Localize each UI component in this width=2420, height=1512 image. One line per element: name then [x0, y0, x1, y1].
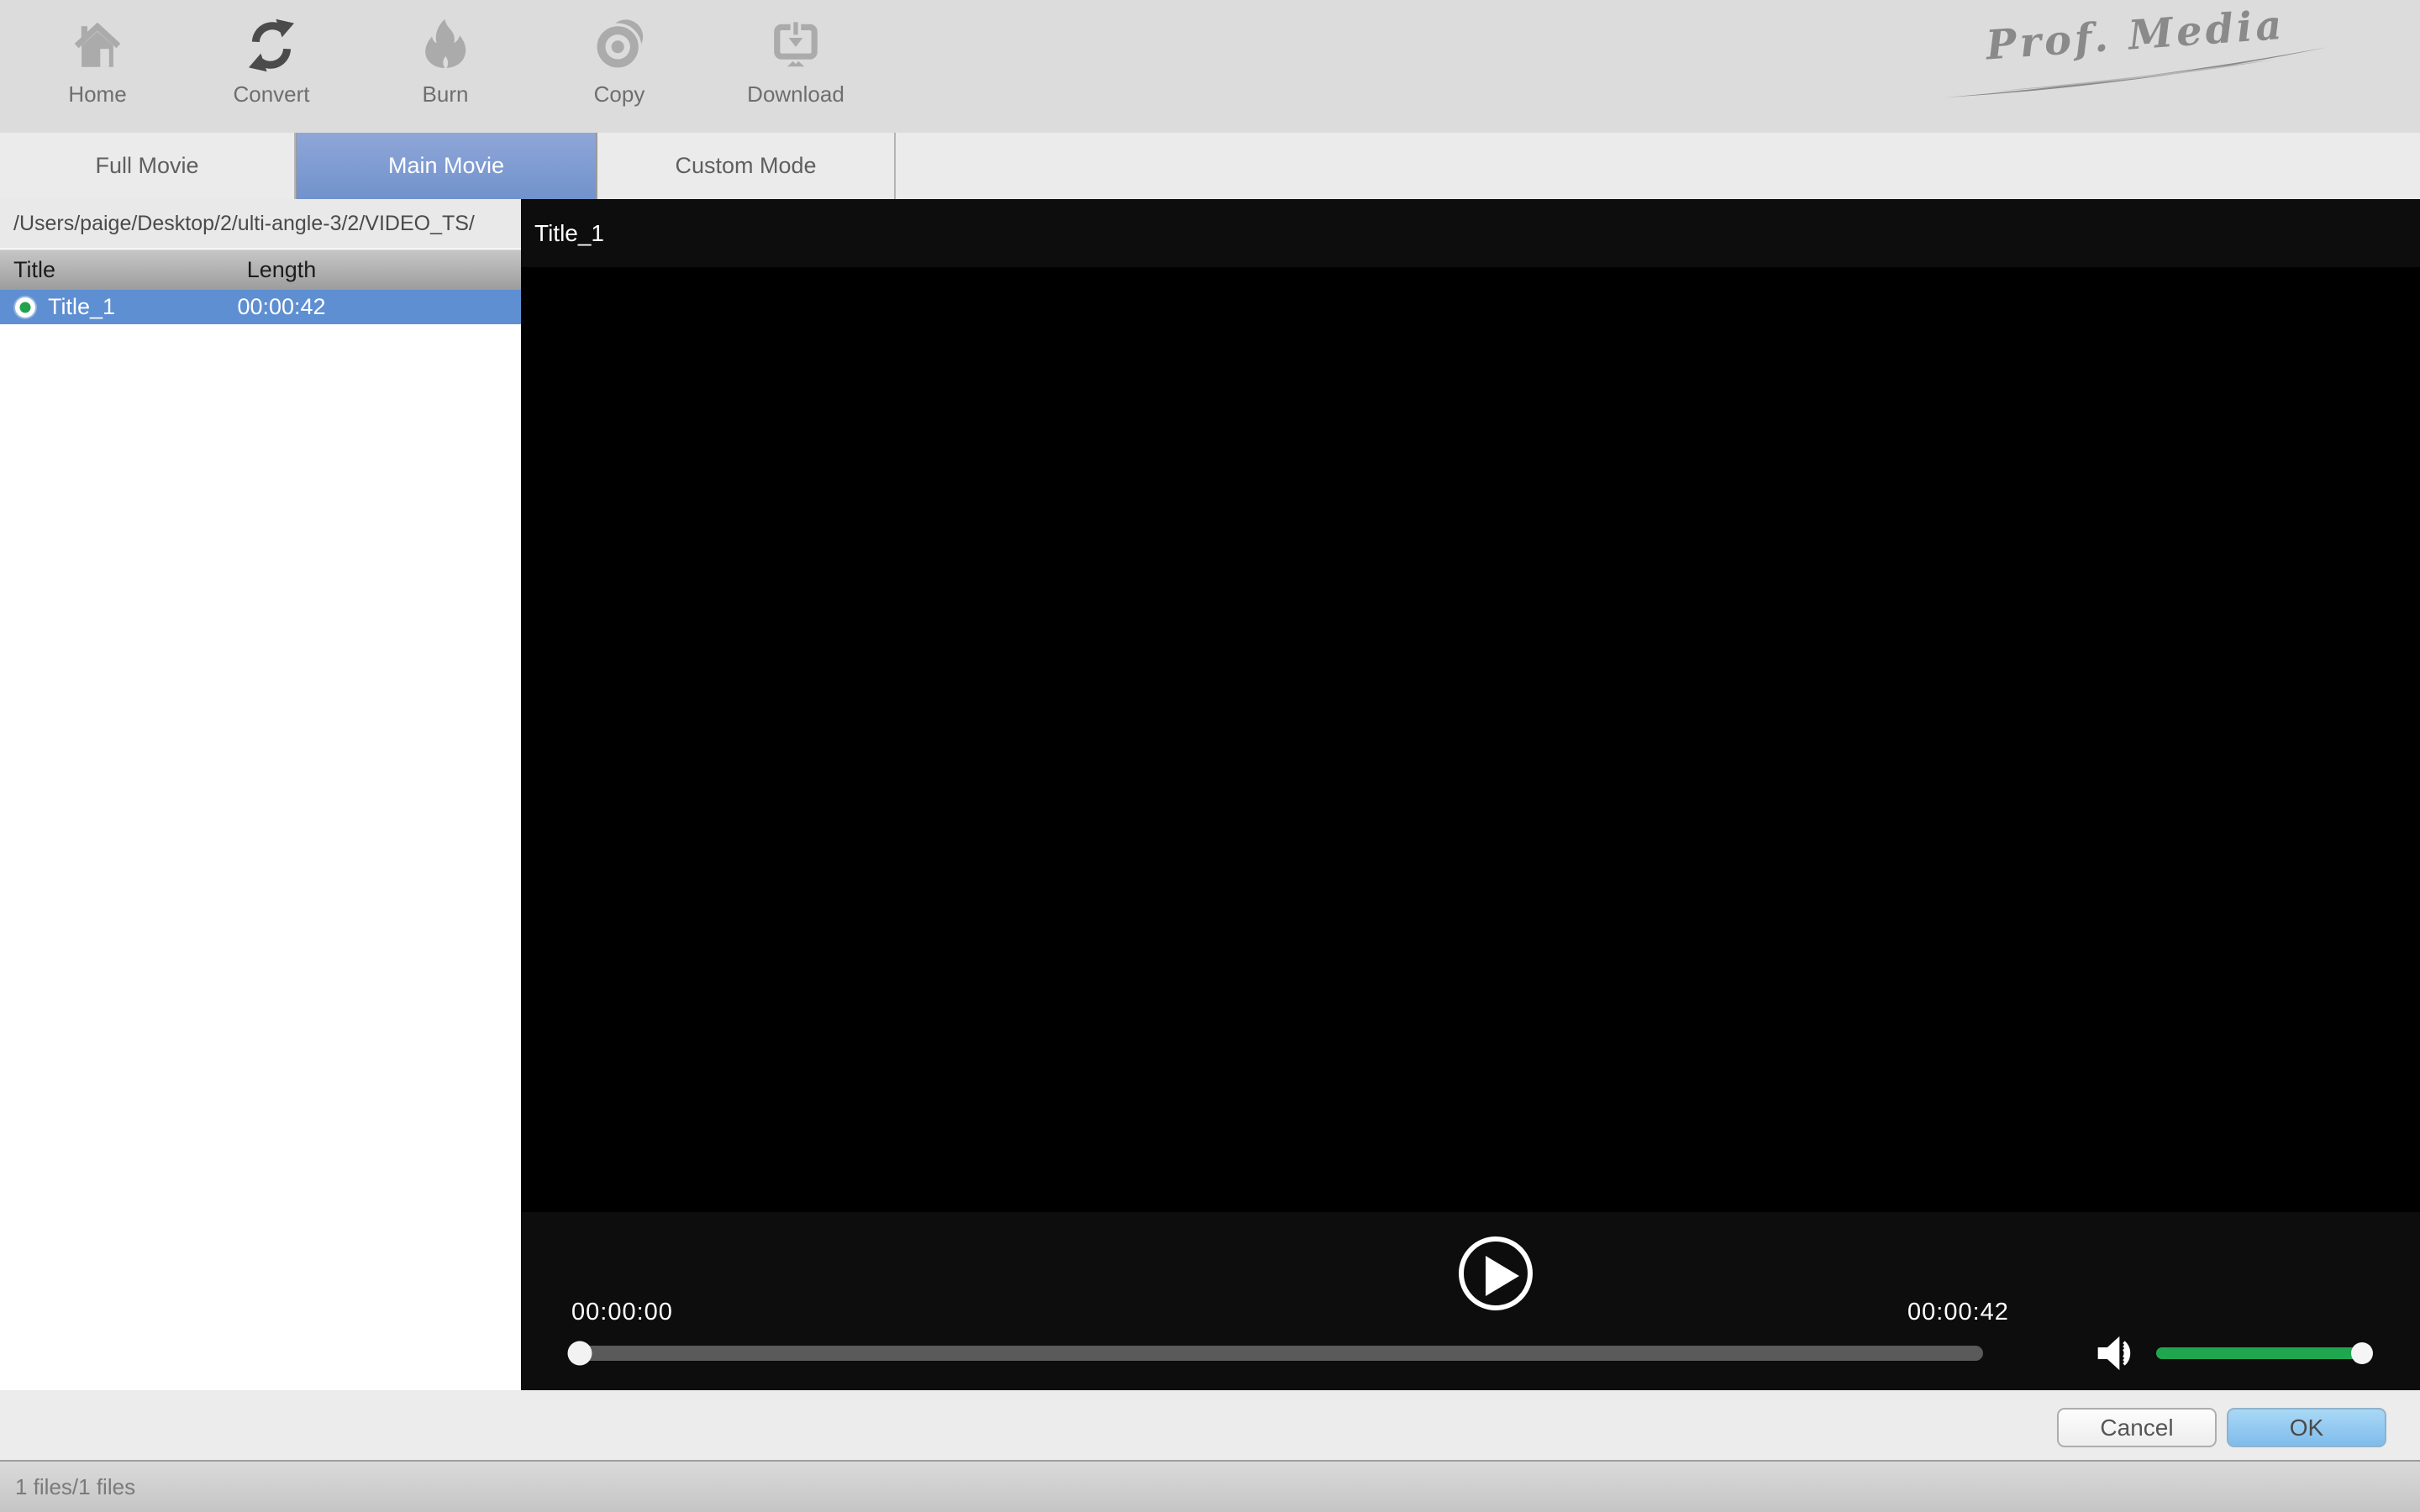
tab-full-movie[interactable]: Full Movie — [0, 133, 296, 199]
total-time: 00:00:42 — [1907, 1299, 2009, 1326]
title-list-header: Title Length — [0, 249, 521, 290]
row-title-text: Title_1 — [48, 294, 116, 319]
toolbar-button-burn[interactable]: Burn — [382, 13, 508, 123]
ok-button[interactable]: OK — [2227, 1408, 2386, 1447]
brand-logo: Prof. Media — [1933, 0, 2343, 135]
tab-custom-mode[interactable]: Custom Mode — [597, 133, 896, 199]
app-window: Home Convert Burn Copy Download Prof. Me… — [0, 0, 2420, 1512]
cancel-button[interactable]: Cancel — [2057, 1408, 2217, 1447]
volume-slider[interactable] — [2156, 1342, 2373, 1364]
source-panel: /Users/paige/Desktop/2/ulti-angle-3/2/VI… — [0, 199, 521, 1390]
toolbar-label: Home — [68, 81, 127, 107]
mode-tabs: Full Movie Main Movie Custom Mode — [0, 133, 2420, 199]
player-title-bar: Title_1 — [521, 199, 2420, 267]
seek-bar[interactable] — [567, 1341, 1983, 1366]
toolbar-button-download[interactable]: Download — [733, 13, 859, 123]
play-icon — [1486, 1256, 1519, 1296]
toolbar-label: Convert — [233, 81, 310, 107]
toolbar-button-convert[interactable]: Convert — [208, 13, 334, 123]
toolbar-button-home[interactable]: Home — [34, 13, 160, 123]
burn-icon — [413, 13, 477, 77]
toolbar-button-copy[interactable]: Copy — [556, 13, 682, 123]
current-time: 00:00:00 — [571, 1299, 673, 1326]
tab-label: Custom Mode — [675, 153, 817, 178]
table-row-title-1[interactable]: Title_1 00:00:42 — [0, 290, 521, 324]
seek-thumb[interactable] — [567, 1341, 592, 1366]
file-count-text: 1 files/1 files — [15, 1473, 136, 1499]
download-icon — [764, 13, 828, 77]
convert-icon — [239, 13, 303, 77]
main-toolbar: Home Convert Burn Copy Download Prof. Me… — [0, 0, 2420, 133]
tab-main-movie[interactable]: Main Movie — [296, 133, 597, 199]
video-surface — [521, 267, 2420, 1212]
radio-selected-icon[interactable] — [15, 297, 35, 318]
toolbar-label: Burn — [422, 81, 469, 107]
volume-icon[interactable] — [2094, 1330, 2141, 1377]
volume-thumb[interactable] — [2351, 1342, 2373, 1364]
player-controls: 00:00:00 00:00:42 — [521, 1212, 2420, 1390]
column-header-length: Length — [246, 257, 317, 282]
footer-bar: Cancel OK — [0, 1390, 2420, 1460]
preview-player: Title_1 00:00:00 00:00:42 — [521, 199, 2420, 1390]
toolbar-label: Download — [747, 81, 844, 107]
player-title-text: Title_1 — [534, 219, 605, 246]
home-icon — [66, 13, 129, 77]
tab-label: Main Movie — [387, 153, 505, 178]
toolbar-label: Copy — [593, 81, 645, 107]
copy-icon — [587, 13, 651, 77]
source-path: /Users/paige/Desktop/2/ulti-angle-3/2/VI… — [0, 199, 521, 249]
volume-fill — [2156, 1347, 2362, 1359]
tab-label: Full Movie — [95, 153, 199, 178]
status-bar: 1 files/1 files — [0, 1460, 2420, 1512]
column-header-title: Title — [13, 257, 56, 282]
row-length-text: 00:00:42 — [237, 294, 326, 319]
play-button[interactable] — [1459, 1236, 1533, 1310]
